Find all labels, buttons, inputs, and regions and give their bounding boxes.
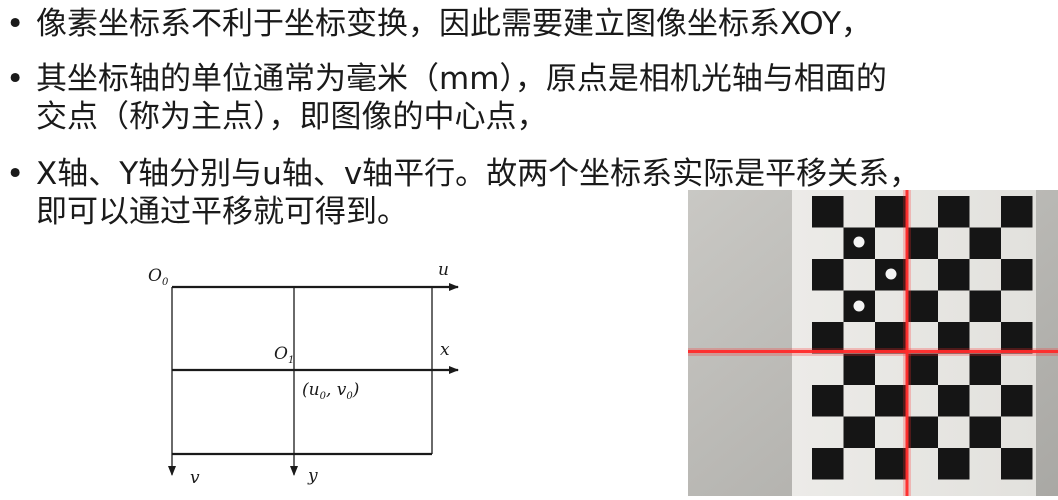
checker-square <box>906 290 938 322</box>
principal-point-label: (u0, v0) <box>302 380 359 402</box>
checker-square <box>906 353 938 385</box>
checkerboard-photo <box>688 190 1058 496</box>
coordinate-diagram-svg: O0 u O1 x (u0, v0) v y <box>148 260 459 485</box>
coordinate-diagram: O0 u O1 x (u0, v0) v y <box>140 255 470 485</box>
bullet-line: 交点（称为主点），即图像的中心点， <box>36 99 548 135</box>
checker-square <box>843 416 875 448</box>
origin1-label: O1 <box>274 344 294 366</box>
marker-dot <box>885 268 897 280</box>
checker-square <box>1001 385 1033 417</box>
checker-square <box>938 385 970 417</box>
checkerboard-photo-svg <box>688 190 1058 496</box>
marker-dot <box>853 236 865 248</box>
checker-square <box>906 227 938 259</box>
checker-square <box>875 448 907 480</box>
checker-square <box>938 196 970 228</box>
checker-square <box>812 448 844 480</box>
checker-square <box>969 227 1001 259</box>
checker-square <box>812 259 844 291</box>
origin0-label: O0 <box>148 266 169 288</box>
bullet-marker: • <box>6 61 25 97</box>
checker-square <box>875 385 907 417</box>
bullet-marker: • <box>6 6 25 42</box>
u-axis-label: u <box>438 260 449 280</box>
checker-square <box>969 290 1001 322</box>
bullet-line: 其坐标轴的单位通常为毫米（mm），原点是相机光轴与相面的 <box>36 61 887 97</box>
x-axis-label: x <box>440 340 450 360</box>
checker-square <box>1001 448 1033 480</box>
bullet-line: X轴、Y轴分别与u轴、v轴平行。故两个坐标系实际是平移关系， <box>36 156 921 192</box>
laser-horizontal-line <box>688 350 1058 353</box>
checker-square <box>938 448 970 480</box>
checker-square <box>843 353 875 385</box>
v-axis-label: v <box>190 468 200 485</box>
y-axis-label: y <box>307 466 318 485</box>
checker-square <box>1001 196 1033 228</box>
laser-vertical-line <box>905 190 909 496</box>
checker-square <box>812 196 844 228</box>
checker-square <box>969 416 1001 448</box>
bullet-text: 其坐标轴的单位通常为毫米（mm），原点是相机光轴与相面的 交点（称为主点），即图… <box>36 60 887 136</box>
bullet-text: 像素坐标系不利于坐标变换，因此需要建立图像坐标系XOY， <box>36 6 872 42</box>
marker-dot <box>853 300 865 312</box>
bullet-line: 即可以通过平移就可得到。 <box>36 194 408 230</box>
bullet-marker: • <box>6 156 25 192</box>
checker-square <box>938 259 970 291</box>
checker-square <box>906 416 938 448</box>
checker-square <box>812 385 844 417</box>
checker-square <box>1001 259 1033 291</box>
checker-square <box>875 196 907 228</box>
checker-square <box>969 353 1001 385</box>
